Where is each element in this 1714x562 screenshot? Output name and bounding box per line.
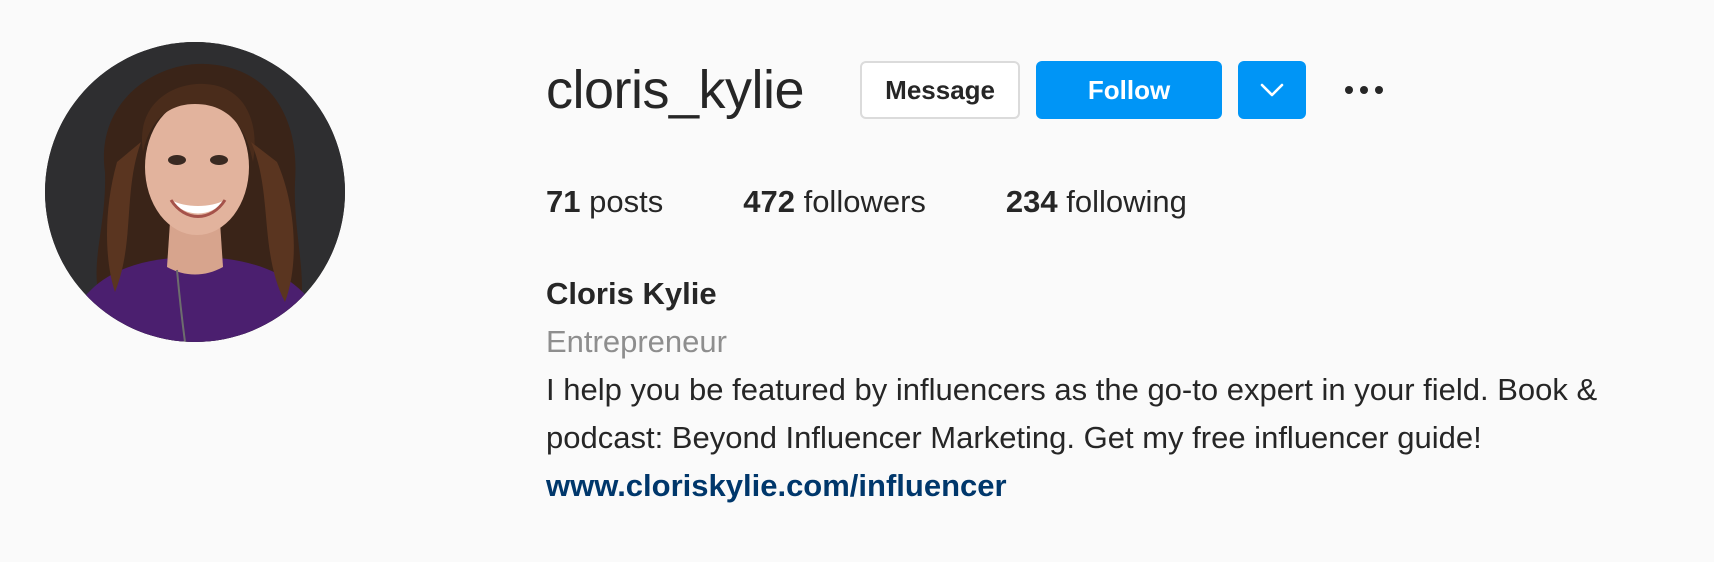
username: cloris_kylie: [546, 60, 805, 120]
chevron-down-icon: [1260, 83, 1284, 97]
message-button[interactable]: Message: [860, 61, 1021, 119]
profile-bio: Cloris Kylie Entrepreneur I help you be …: [546, 270, 1696, 510]
following-label: following: [1066, 184, 1187, 219]
profile-header: cloris_kylie Message Follow: [546, 60, 1386, 120]
more-options-icon: [1345, 86, 1384, 94]
followers-stat[interactable]: 472 followers: [743, 180, 926, 224]
bio-text-line-1: I help you be featured by influencers as…: [546, 372, 1598, 407]
profile-photo: [45, 42, 345, 342]
followers-count: 472: [743, 184, 795, 219]
website-link[interactable]: www.cloriskylie.com/influencer: [546, 468, 1007, 503]
follow-button-label: Follow: [1087, 74, 1171, 105]
posts-count: 71: [546, 184, 581, 219]
following-stat[interactable]: 234 following: [1006, 180, 1187, 224]
more-options-button[interactable]: [1342, 61, 1386, 119]
followers-label: followers: [803, 184, 926, 219]
bio-text-line-2: podcast: Beyond Influencer Marketing. Ge…: [546, 420, 1482, 455]
follow-button[interactable]: Follow: [1036, 61, 1223, 119]
message-button-label: Message: [885, 74, 995, 105]
profile-avatar[interactable]: [45, 42, 345, 342]
full-name: Cloris Kylie: [546, 276, 717, 311]
suggested-dropdown-button[interactable]: [1238, 61, 1307, 119]
following-count: 234: [1005, 184, 1058, 219]
posts-label: posts: [589, 184, 664, 219]
profile-stats: 71 posts 472 followers 234 following: [546, 180, 1267, 224]
profile-category: Entrepreneur: [546, 324, 727, 359]
posts-stat: 71 posts: [546, 180, 663, 224]
